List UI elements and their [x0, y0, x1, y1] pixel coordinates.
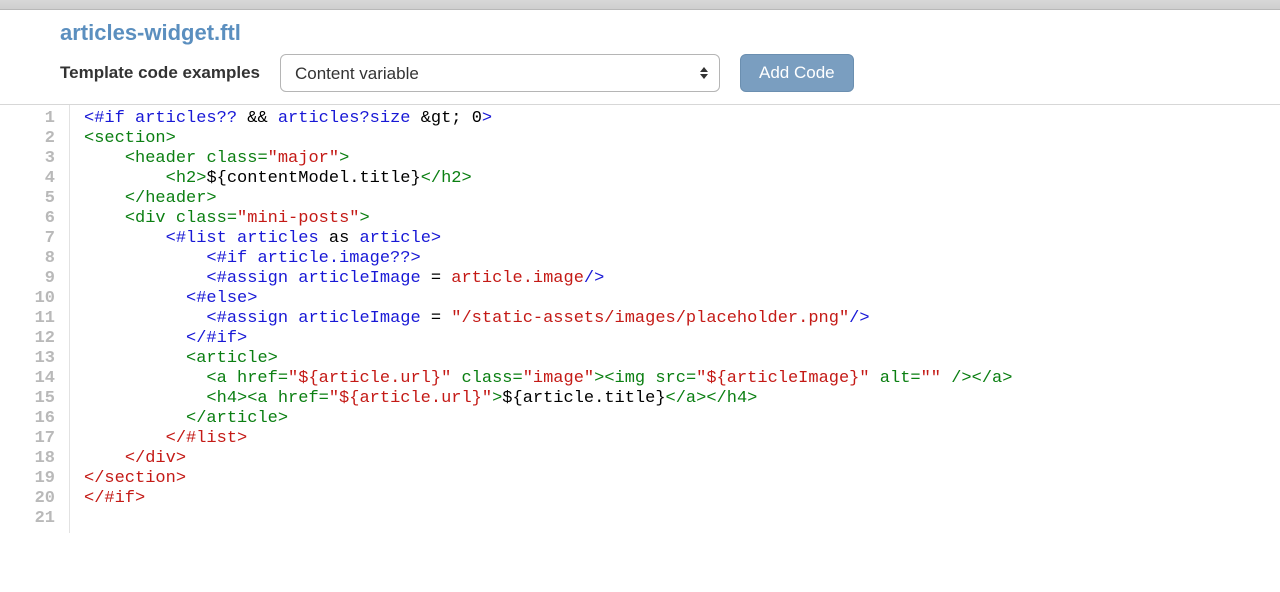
line-number: 10	[0, 289, 55, 309]
code-line: <a href="${article.url}" class="image"><…	[84, 369, 1012, 389]
code-line: </section>	[84, 469, 1012, 489]
code-line: <#assign articleImage = article.image/>	[84, 269, 1012, 289]
line-number: 21	[0, 509, 55, 529]
code-line: <h2>${contentModel.title}</h2>	[84, 169, 1012, 189]
code-line: <h4><a href="${article.url}">${article.t…	[84, 389, 1012, 409]
line-number: 2	[0, 129, 55, 149]
template-label: Template code examples	[60, 63, 260, 83]
line-number: 13	[0, 349, 55, 369]
code-line: </header>	[84, 189, 1012, 209]
code-line: </article>	[84, 409, 1012, 429]
code-line: </#list>	[84, 429, 1012, 449]
line-number: 12	[0, 329, 55, 349]
line-number: 8	[0, 249, 55, 269]
line-number: 1	[0, 109, 55, 129]
code-line: <#list articles as article>	[84, 229, 1012, 249]
code-line: </#if>	[84, 489, 1012, 509]
line-number: 16	[0, 409, 55, 429]
code-line: <#else>	[84, 289, 1012, 309]
code-line: <#assign articleImage = "/static-assets/…	[84, 309, 1012, 329]
code-line: <div class="mini-posts">	[84, 209, 1012, 229]
code-area[interactable]: <#if articles?? && articles?size &gt; 0>…	[70, 105, 1012, 533]
line-number: 7	[0, 229, 55, 249]
line-number: 3	[0, 149, 55, 169]
line-number: 20	[0, 489, 55, 509]
code-line: <article>	[84, 349, 1012, 369]
code-line: <#if article.image??>	[84, 249, 1012, 269]
line-number: 17	[0, 429, 55, 449]
template-select-wrap: Content variable	[280, 54, 720, 92]
window-topbar	[0, 0, 1280, 10]
code-editor: 123456789101112131415161718192021 <#if a…	[0, 105, 1280, 533]
filename-title: articles-widget.ftl	[60, 20, 1220, 46]
line-number: 4	[0, 169, 55, 189]
code-line: <#if articles?? && articles?size &gt; 0>	[84, 109, 1012, 129]
header-area: articles-widget.ftl Template code exampl…	[0, 10, 1280, 105]
code-line	[84, 509, 1012, 529]
line-number: 14	[0, 369, 55, 389]
code-line: <header class="major">	[84, 149, 1012, 169]
line-number: 19	[0, 469, 55, 489]
template-select[interactable]: Content variable	[280, 54, 720, 92]
code-line: </div>	[84, 449, 1012, 469]
line-number: 6	[0, 209, 55, 229]
code-line: <section>	[84, 129, 1012, 149]
line-number: 15	[0, 389, 55, 409]
controls-row: Template code examples Content variable …	[60, 54, 1220, 92]
add-code-button[interactable]: Add Code	[740, 54, 854, 92]
code-line: </#if>	[84, 329, 1012, 349]
line-number: 18	[0, 449, 55, 469]
line-number: 11	[0, 309, 55, 329]
line-number-gutter: 123456789101112131415161718192021	[0, 105, 70, 533]
line-number: 9	[0, 269, 55, 289]
line-number: 5	[0, 189, 55, 209]
